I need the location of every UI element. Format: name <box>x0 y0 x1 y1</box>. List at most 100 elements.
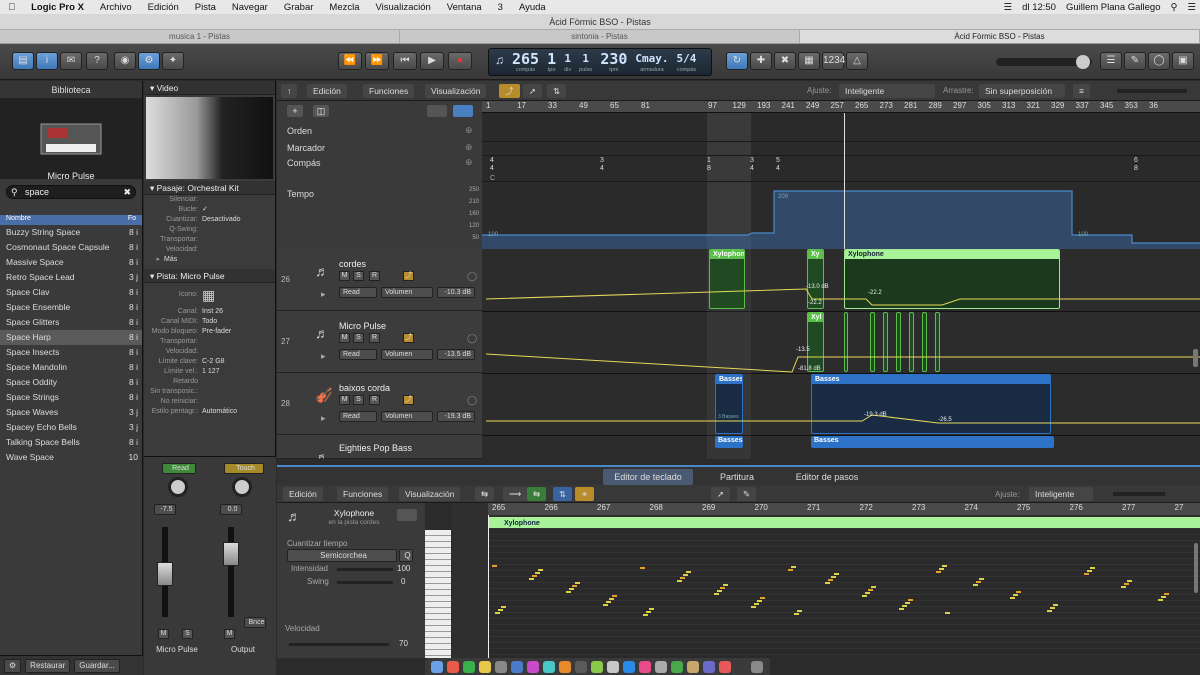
save-button[interactable]: Guardar... <box>74 658 120 673</box>
midi-note[interactable] <box>979 578 984 580</box>
midi-note[interactable] <box>825 582 830 584</box>
inspector-row[interactable]: Modo bloqueo: Pre-fader <box>144 327 275 337</box>
library-item[interactable]: Space Clav 8 i <box>0 285 142 300</box>
track-options-icon[interactable]: ◯ <box>467 333 477 344</box>
automation-mode-dropdown[interactable]: Read <box>339 349 377 360</box>
inspector-row[interactable]: Silenciar: <box>144 195 275 205</box>
track-name[interactable]: baixos corda <box>339 383 390 393</box>
autopunch-icon[interactable]: ✖ <box>774 52 796 70</box>
library-item[interactable]: Space Oddity 8 i <box>0 375 142 390</box>
track-name[interactable]: cordes <box>339 259 366 269</box>
automation-value-field[interactable]: -13.5 dB <box>437 349 475 360</box>
midi-note[interactable] <box>717 590 722 592</box>
add-marker-icon[interactable]: ⊕ <box>465 142 473 153</box>
lcd-display[interactable]: ♫ 265 compás 1 tpo 1 div 1 pulso 230 tpm Cmay… <box>488 48 712 76</box>
col-fo[interactable]: Fo <box>128 215 136 225</box>
midi-note[interactable] <box>646 611 651 613</box>
automation-param-dropdown[interactable]: Volumen <box>381 411 433 422</box>
tuner-button-icon[interactable]: ▦ <box>798 52 820 70</box>
menu-ayuda[interactable]: Ayuda <box>511 2 554 13</box>
inspector-row[interactable]: Transportar: <box>144 235 275 245</box>
tracks-scrollbar[interactable] <box>1193 349 1198 367</box>
tempo-curve[interactable] <box>482 183 1200 249</box>
track-header-0[interactable]: 26 ♬ cordes M S R ⤴ ◯ ▸ Read Volumen -10.… <box>277 249 482 311</box>
editor-menu-icon[interactable] <box>397 509 417 521</box>
strip-mute-right[interactable]: M <box>224 629 235 639</box>
apple-icon[interactable]:  <box>0 2 23 13</box>
replace-icon[interactable]: ✚ <box>750 52 772 70</box>
tracks-edit-menu[interactable]: Edición <box>307 84 347 98</box>
list-icon[interactable]: ☰ <box>1187 2 1196 13</box>
track-header-1[interactable]: 27 ♬ Micro Pulse M S R ⤴ ◯ ▸ Read Volumen… <box>277 311 482 373</box>
tracks-view-menu[interactable]: Visualización <box>425 84 487 98</box>
inspector-row[interactable]: Retardo <box>144 377 275 387</box>
dock-app-icon[interactable] <box>511 661 523 673</box>
menu-3[interactable]: 3 <box>490 2 511 13</box>
midi-note[interactable] <box>1084 573 1089 575</box>
dock-app-icon[interactable] <box>543 661 555 673</box>
signature-marker[interactable]: 18 <box>707 157 711 173</box>
search-icon[interactable]: ⚲ <box>1171 2 1178 13</box>
dock-app-icon[interactable] <box>575 661 587 673</box>
midi-note[interactable] <box>834 573 839 575</box>
midi-note[interactable] <box>1164 593 1169 595</box>
snap-dropdown[interactable]: Inteligente <box>839 84 935 98</box>
midi-note[interactable] <box>751 606 756 608</box>
dock-app-icon[interactable] <box>655 661 667 673</box>
inspector-row[interactable]: Canal: Inst 26 <box>144 307 275 317</box>
midi-note[interactable] <box>828 579 833 581</box>
midi-note[interactable] <box>683 574 688 576</box>
editor-ruler[interactable]: 265 266 267 268 269 270 271 272 273 274 275 276 277 2… <box>488 503 1200 515</box>
to-start-button[interactable]: ⏮ <box>393 52 417 70</box>
midi-note[interactable] <box>939 568 944 570</box>
tracks-functions-menu[interactable]: Funciones <box>363 84 415 98</box>
filter-icon[interactable] <box>427 105 447 117</box>
track-options-icon[interactable]: ◯ <box>467 395 477 406</box>
midi-note[interactable] <box>831 576 836 578</box>
help-icon[interactable]: ? <box>86 52 108 70</box>
midi-note[interactable] <box>1158 599 1163 601</box>
midi-note[interactable] <box>680 577 685 579</box>
zoom-slider[interactable] <box>1117 89 1187 93</box>
track-icon[interactable]: ▦ <box>202 283 215 307</box>
midi-note[interactable] <box>865 592 870 594</box>
pointer-icon[interactable]: ➚ <box>711 487 731 501</box>
dock-app-icon[interactable] <box>623 661 635 673</box>
library-item[interactable]: Wave Space 10 <box>0 450 142 465</box>
editor-edit-menu[interactable]: Edición <box>283 487 323 501</box>
midi-note[interactable] <box>1047 610 1052 612</box>
menu-mezcla[interactable]: Mezcla <box>321 2 367 13</box>
tab-acid-formic[interactable]: Àcid Fòrmic BSO - Pistas <box>800 30 1200 43</box>
disclosure-icon[interactable]: ▸ <box>321 351 326 362</box>
midi-note[interactable] <box>1087 570 1092 572</box>
more-row[interactable]: ▸ Más <box>144 255 275 265</box>
library-item[interactable]: Space Harp 8 i <box>0 330 142 345</box>
user-name[interactable]: Guillem Plana Gallego <box>1066 2 1161 13</box>
signature-marker[interactable]: 54 <box>776 157 780 173</box>
midi-note[interactable] <box>686 571 691 573</box>
midi-note[interactable] <box>868 589 873 591</box>
add-track-icon[interactable]: + <box>287 105 303 117</box>
signature-marker[interactable]: 68 <box>1134 157 1138 173</box>
inspector-row[interactable]: Q-Swing: <box>144 225 275 235</box>
inspector-toggle-icon[interactable]: i <box>36 52 58 70</box>
menu-archivo[interactable]: Archivo <box>92 2 140 13</box>
midi-note[interactable] <box>720 587 725 589</box>
mixer-toggle-icon[interactable]: ⚙ <box>138 52 160 70</box>
dock-app-icon[interactable] <box>719 661 731 673</box>
library-toggle-icon[interactable]: ▤ <box>12 52 34 70</box>
dock-app-icon[interactable] <box>591 661 603 673</box>
midi-note[interactable] <box>495 612 500 614</box>
automation-toggle-icon[interactable]: ⤴ <box>403 333 414 343</box>
midi-note[interactable] <box>723 584 728 586</box>
editors-toggle-icon[interactable]: ✦ <box>162 52 184 70</box>
midi-note[interactable] <box>529 578 534 580</box>
pencil-icon[interactable]: ✎ <box>737 487 757 501</box>
clock[interactable]: dl 12:50 <box>1022 2 1056 13</box>
menu-app[interactable]: Logic Pro X <box>23 2 92 13</box>
midi-note[interactable] <box>569 588 574 590</box>
inspector-row[interactable]: Velocidad: <box>144 347 275 357</box>
midi-note[interactable] <box>794 613 799 615</box>
midi-note[interactable] <box>936 571 941 573</box>
midi-note[interactable] <box>942 565 947 567</box>
